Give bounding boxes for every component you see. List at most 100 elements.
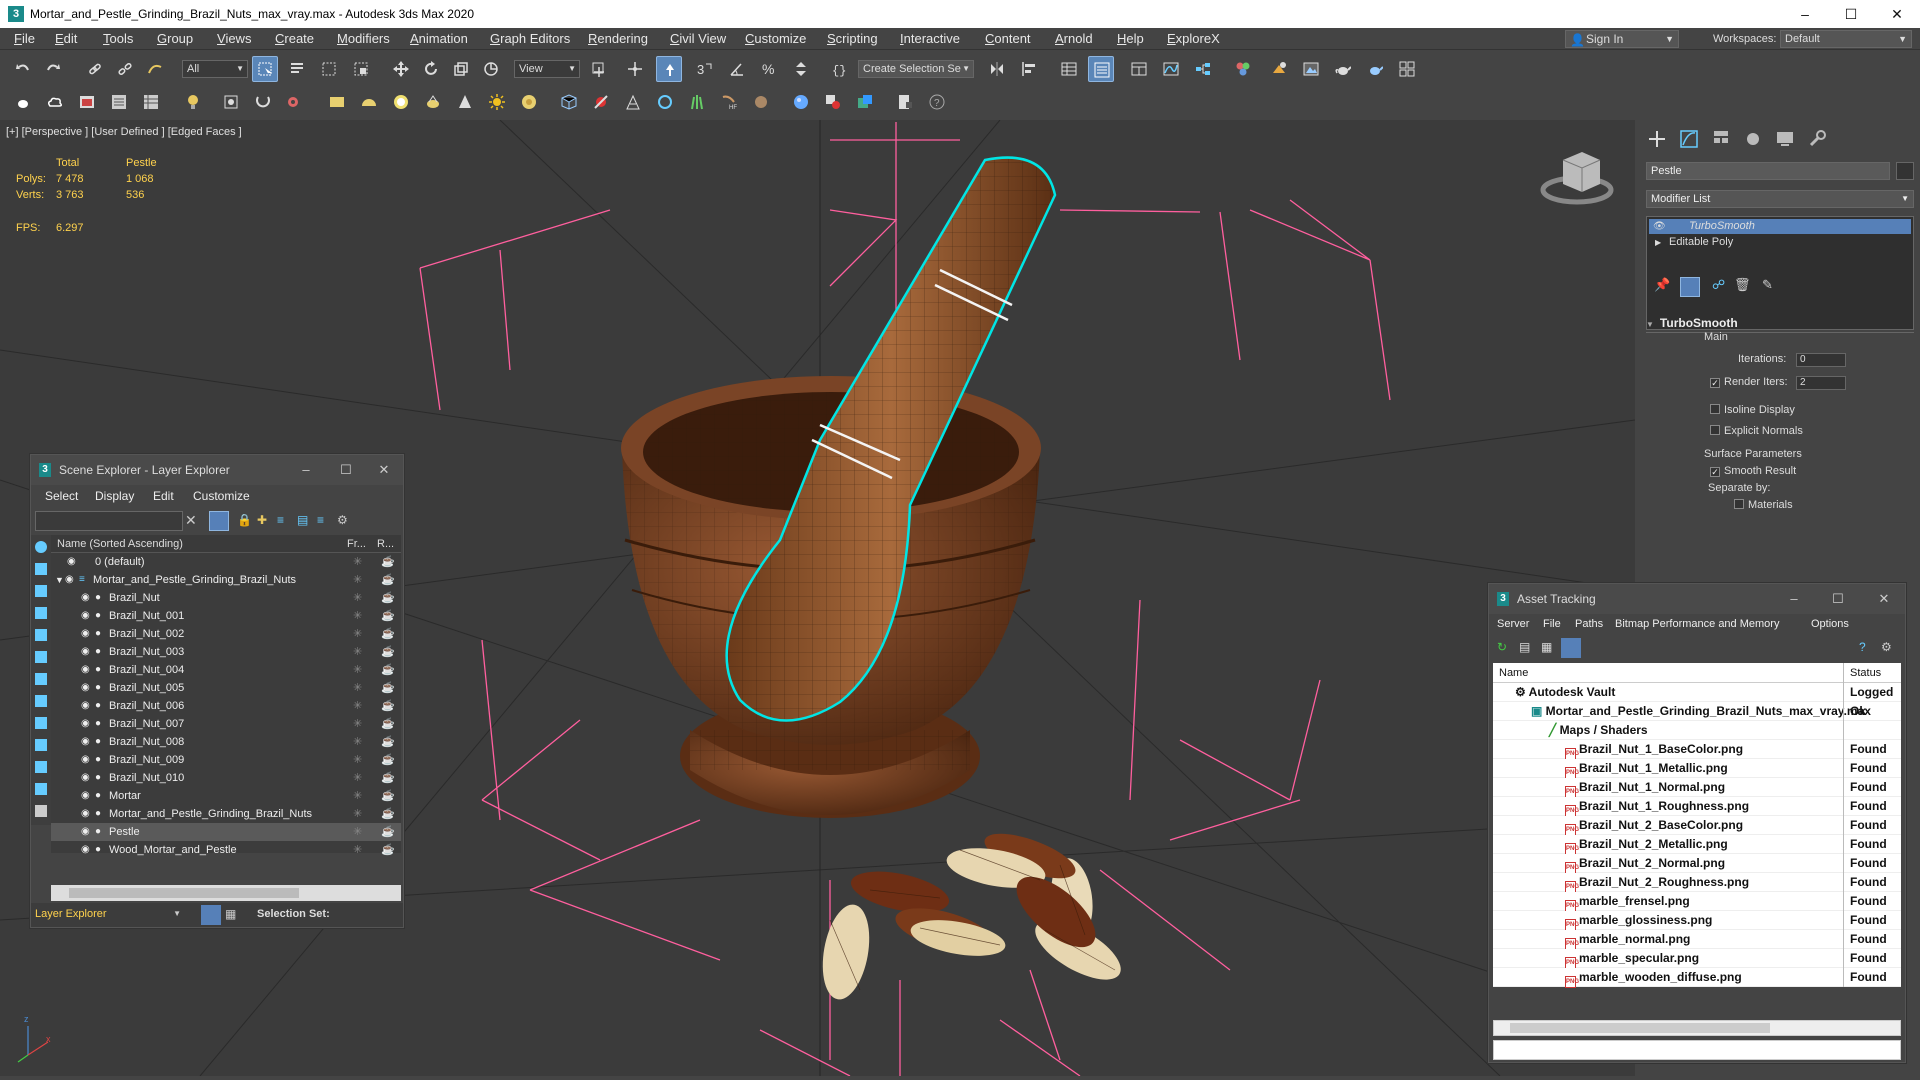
container-filter-icon[interactable] [35,739,47,751]
make-current-icon[interactable]: ▤ [297,513,308,527]
configure-sets-icon[interactable]: ✎ [1762,277,1773,293]
hidden-filter-icon[interactable] [35,783,47,795]
vray-gpu-button[interactable] [218,89,244,115]
modifier-list-dropdown[interactable]: Modifier List ▼ [1646,190,1914,208]
freeze-icon[interactable]: ✳ [353,553,362,571]
mirror-button[interactable] [984,56,1010,82]
se-menu-display[interactable]: Display [95,489,134,503]
visibility-eye-icon[interactable]: ◉ [81,751,90,769]
menu-animation[interactable]: Animation [410,31,468,46]
freeze-icon[interactable]: ✳ [353,751,362,769]
align-button[interactable] [1016,56,1042,82]
stack-item-turbosmooth[interactable]: 👁 TurboSmooth [1649,219,1911,234]
schematic-view-button[interactable] [1190,56,1216,82]
render-iters-checkbox[interactable]: ✓ Render Iters: [1710,376,1788,388]
vray-convert-button[interactable] [820,89,846,115]
vray-scatter-button[interactable] [652,89,678,115]
tree-row[interactable]: ◉ ● Brazil_Nut ✳ ☕ [51,589,401,607]
tree-row[interactable]: ◉ ● Brazil_Nut_007 ✳ ☕ [51,715,401,733]
renderable-icon[interactable]: ☕ [381,841,395,859]
at-horizontal-scrollbar[interactable] [1493,1020,1901,1036]
tree-row[interactable]: ◉ ● Brazil_Nut_004 ✳ ☕ [51,661,401,679]
vray-plane-button[interactable] [324,89,350,115]
render-column-header[interactable]: R... [377,535,394,553]
rect-region-button[interactable] [316,56,342,82]
freeze-icon[interactable]: ✳ [353,625,362,643]
vray-export-button[interactable] [892,89,918,115]
vray-clipper-button[interactable] [588,89,614,115]
renderable-icon[interactable]: ☕ [381,589,395,607]
menu-content[interactable]: Content [985,31,1031,46]
iterations-spinner[interactable]: 0 [1796,353,1846,367]
vray-grass-button[interactable] [684,89,710,115]
name-column-header[interactable]: Name [1499,663,1528,683]
window-crossing-button[interactable] [348,56,374,82]
rendered-frame-button[interactable] [1298,56,1324,82]
list-view-icon[interactable]: ▤ [1519,640,1530,654]
renderable-icon[interactable]: ☕ [381,823,395,841]
renderable-icon[interactable]: ☕ [381,571,395,589]
visibility-eye-icon[interactable]: ◉ [81,733,90,751]
visibility-eye-icon[interactable]: ◉ [81,823,90,841]
visibility-eye-icon[interactable]: ◉ [81,607,90,625]
layer-toggle-button[interactable] [201,905,221,925]
renderable-icon[interactable]: ☕ [381,661,395,679]
hierarchy-tab[interactable] [1710,128,1732,150]
se-menu-edit[interactable]: Edit [153,489,174,503]
light-filter-icon[interactable] [35,585,47,597]
frozen-filter-icon[interactable] [35,761,47,773]
refresh-icon[interactable]: ↻ [1497,640,1507,654]
vray-proxy-button[interactable] [556,89,582,115]
keyboard-shortcut-button[interactable] [656,56,682,82]
scrollbar-thumb[interactable] [69,888,299,898]
asset-row[interactable]: ▣ Mortar_and_Pestle_Grinding_Brazil_Nuts… [1493,702,1901,721]
filter-button[interactable] [209,511,229,531]
rotate-button[interactable] [418,56,444,82]
vray-decal-button[interactable] [748,89,774,115]
tree-row[interactable]: ◉ ● Mortar_and_Pestle_Grinding_Brazil_Nuts… [51,805,401,823]
layers-icon[interactable]: ≡ [317,513,324,527]
modify-tab[interactable] [1678,128,1700,150]
clear-search-icon[interactable]: ✕ [185,512,197,529]
group-filter-icon[interactable] [35,673,47,685]
freeze-icon[interactable]: ✳ [353,697,362,715]
vray-vfb-button[interactable] [852,89,878,115]
freeze-icon[interactable]: ✳ [353,715,362,733]
name-column-header[interactable]: Name (Sorted Ascending) [57,535,183,553]
vray-ambient-button[interactable] [516,89,542,115]
visibility-eye-icon[interactable]: ◉ [81,805,90,823]
vray-light-lister-button[interactable] [180,89,206,115]
close-button[interactable]: ✕ [369,459,399,481]
utilities-tab[interactable] [1806,128,1828,150]
renderable-icon[interactable]: ☕ [381,769,395,787]
reference-coord-dropdown[interactable]: View ▼ [514,60,580,78]
shape-filter-icon[interactable] [35,563,47,575]
vray-teapot-button[interactable] [10,89,36,115]
redo-button[interactable] [40,56,66,82]
tree-row[interactable]: ◉ ● Brazil_Nut_006 ✳ ☕ [51,697,401,715]
visibility-eye-icon[interactable]: ◉ [81,679,90,697]
asset-row[interactable]: PNGmarble_specular.png Found [1493,949,1901,969]
object-name-field[interactable]: Pestle [1646,162,1890,180]
viewport-label[interactable]: [+] [Perspective ] [User Defined ] [Edge… [6,126,242,138]
select-manipulate-button[interactable] [622,56,648,82]
stack-item-editable-poly[interactable]: ▶ Editable Poly [1649,235,1911,250]
menu-civil-view[interactable]: Civil View [670,31,726,46]
brazil-nuts-model[interactable] [816,825,1130,1004]
se-menu-select[interactable]: Select [45,489,78,503]
tree-row[interactable]: ◉ ● Brazil_Nut_009 ✳ ☕ [51,751,401,769]
freeze-icon[interactable]: ✳ [353,607,362,625]
vray-settings-button[interactable] [280,89,306,115]
vray-rt-button[interactable] [250,89,276,115]
visibility-eye-icon[interactable]: ◉ [81,841,90,859]
display-tab[interactable] [1774,128,1796,150]
visibility-eye-icon[interactable]: ◉ [67,553,76,571]
geometry-filter-icon[interactable] [35,541,47,553]
renderable-icon[interactable]: ☕ [381,607,395,625]
asset-row[interactable]: PNGmarble_frensel.png Found [1493,892,1901,912]
undo-button[interactable] [10,56,36,82]
menu-edit[interactable]: Edit [55,31,77,46]
pivot-center-button[interactable] [586,56,612,82]
pin-stack-icon[interactable]: 📌 [1654,277,1670,293]
tree-row[interactable]: ◉ ● Brazil_Nut_002 ✳ ☕ [51,625,401,643]
